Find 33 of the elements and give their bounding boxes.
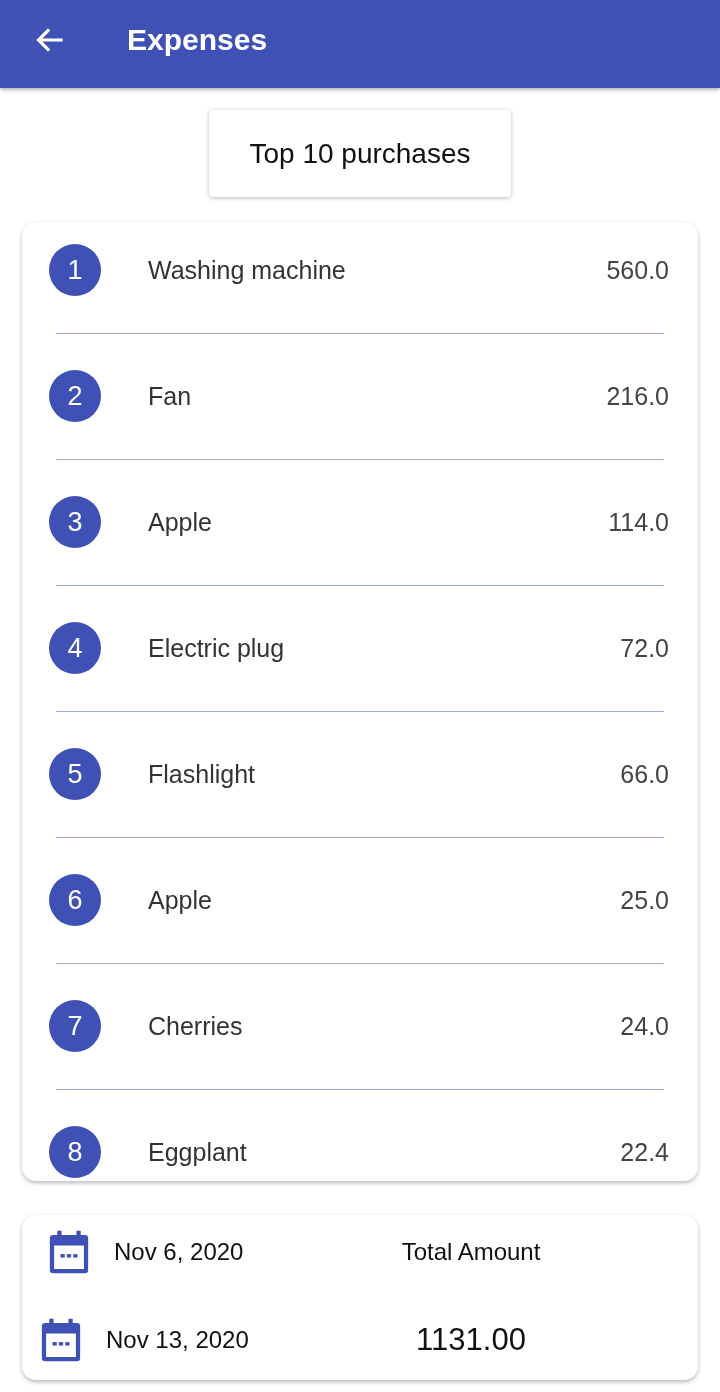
rank-badge: 2	[49, 370, 101, 422]
purchase-name: Apple	[148, 507, 212, 537]
start-date[interactable]: Nov 6, 2020	[114, 1238, 244, 1266]
rank-badge: 5	[49, 748, 101, 800]
purchase-amount: 24.0	[620, 1011, 669, 1041]
total-label: Total Amount	[401, 1238, 541, 1266]
calendar-icon[interactable]	[49, 1230, 89, 1274]
purchase-name: Electric plug	[148, 633, 285, 663]
purchase-amount: 66.0	[620, 759, 669, 789]
rank-badge: 7	[49, 1000, 101, 1052]
rank-badge: 3	[49, 496, 101, 548]
purchase-name: Cherries	[148, 1011, 243, 1041]
rank-badge: 1	[49, 244, 101, 296]
purchase-amount: 560.0	[606, 255, 669, 285]
rank-badge: 6	[49, 874, 101, 926]
purchase-name: Eggplant	[148, 1137, 247, 1167]
purchase-amount: 25.0	[620, 885, 669, 915]
purchase-amount: 22.4	[620, 1137, 669, 1167]
top-purchases-button[interactable]: Top 10 purchases	[209, 110, 511, 197]
rank-badge: 4	[49, 622, 101, 674]
total-amount: 1131.00	[416, 1322, 526, 1358]
purchase-amount: 114.0	[608, 507, 669, 537]
calendar-icon[interactable]	[41, 1318, 81, 1362]
purchase-name: Washing machine	[148, 255, 346, 285]
end-date[interactable]: Nov 13, 2020	[106, 1326, 249, 1354]
rank-badge: 8	[49, 1126, 101, 1178]
purchase-name: Fan	[148, 381, 192, 411]
purchase-amount: 216.0	[606, 381, 669, 411]
screen-title: Expenses	[127, 23, 268, 57]
purchase-name: Flashlight	[148, 759, 255, 789]
purchase-name: Apple	[148, 885, 212, 915]
purchase-amount: 72.0	[620, 633, 669, 663]
back-arrow-icon[interactable]	[35, 28, 63, 52]
